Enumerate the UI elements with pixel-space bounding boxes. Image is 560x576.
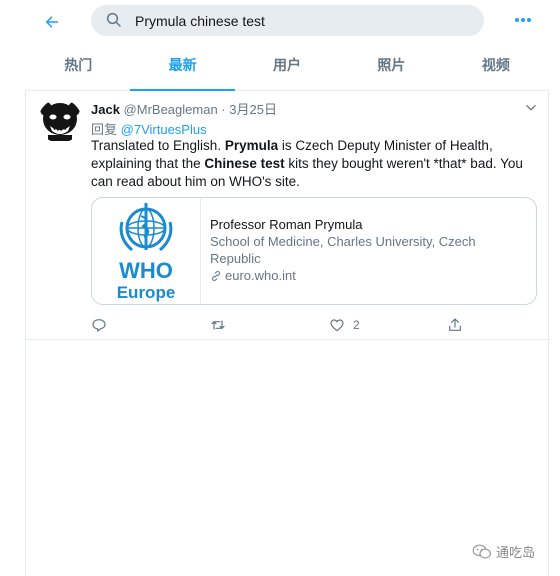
share-button[interactable] <box>447 315 463 335</box>
watermark-text: 通吃岛 <box>496 546 536 561</box>
separator: · <box>221 102 226 117</box>
watermark: 通吃岛 <box>472 542 535 561</box>
link-icon <box>212 270 220 281</box>
logo-text-who: WHO <box>119 258 173 283</box>
avatar[interactable] <box>38 99 82 143</box>
tab-latest[interactable]: 最新 <box>130 46 236 91</box>
search-box[interactable] <box>91 5 484 36</box>
highlight-chinese-test: Chinese test <box>204 156 285 171</box>
author-handle[interactable]: @MrBeagleman <box>124 102 218 117</box>
card-domain: euro.who.int <box>210 267 528 284</box>
tab-people[interactable]: 用户 <box>235 46 339 90</box>
avatar-image <box>38 99 82 143</box>
card-body: Professor Roman Prymula School of Medici… <box>210 216 528 284</box>
card-description: School of Medicine, Charles University, … <box>210 234 476 266</box>
card-title: Professor Roman Prymula <box>210 217 363 232</box>
reply-context: 回复 @7VirtuesPlus <box>91 119 207 138</box>
tweet-text-part: Translated to English. <box>91 138 225 153</box>
highlight-prymula: Prymula <box>224 138 279 153</box>
search-header <box>0 0 560 44</box>
wechat-icon <box>472 544 491 559</box>
like-button[interactable]: 2 <box>329 315 360 335</box>
back-button[interactable] <box>38 8 66 36</box>
tab-videos[interactable]: 视频 <box>444 46 548 90</box>
share-icon <box>449 318 461 331</box>
column-border-right <box>548 90 549 576</box>
more-options-button[interactable] <box>510 10 536 30</box>
who-europe-logo: WHO Europe <box>117 203 176 302</box>
retweet-icon <box>211 320 225 330</box>
left-margin <box>0 0 26 576</box>
back-arrow-icon <box>45 16 58 28</box>
reply-to-link[interactable]: @7VirtuesPlus <box>121 122 207 137</box>
search-input[interactable] <box>135 5 465 36</box>
tweet-actions: 2 <box>91 315 531 335</box>
logo-text-europe: Europe <box>117 283 176 302</box>
tweet-date[interactable]: 3月25日 <box>229 102 277 117</box>
tweet[interactable]: Jack @MrBeagleman · 3月25日 回复 @7VirtuesPl… <box>26 91 548 340</box>
card-domain-text: euro.who.int <box>225 268 296 283</box>
card-image: WHO Europe <box>92 198 201 304</box>
tab-top[interactable]: 热门 <box>26 46 130 90</box>
tab-photos[interactable]: 照片 <box>339 46 443 90</box>
chevron-down-icon[interactable] <box>524 101 538 115</box>
reply-prefix: 回复 <box>91 122 118 137</box>
dot-icon <box>527 18 531 22</box>
reply-icon <box>92 319 106 332</box>
reply-button[interactable] <box>91 315 107 335</box>
tweet-header: Jack @MrBeagleman · 3月25日 <box>91 99 277 118</box>
dot-icon <box>521 18 525 22</box>
retweet-button[interactable] <box>209 315 227 335</box>
like-count: 2 <box>353 318 360 332</box>
search-icon <box>106 12 121 27</box>
search-tabs: 热门 最新 用户 照片 视频 <box>26 46 548 91</box>
heart-icon <box>330 319 344 332</box>
link-card[interactable]: WHO Europe Professor Roman Prymula Schoo… <box>91 197 537 305</box>
author-name[interactable]: Jack <box>91 102 120 117</box>
dot-icon <box>515 18 519 22</box>
tweet-text: Translated to English. Prymula is Czech … <box>91 137 541 191</box>
